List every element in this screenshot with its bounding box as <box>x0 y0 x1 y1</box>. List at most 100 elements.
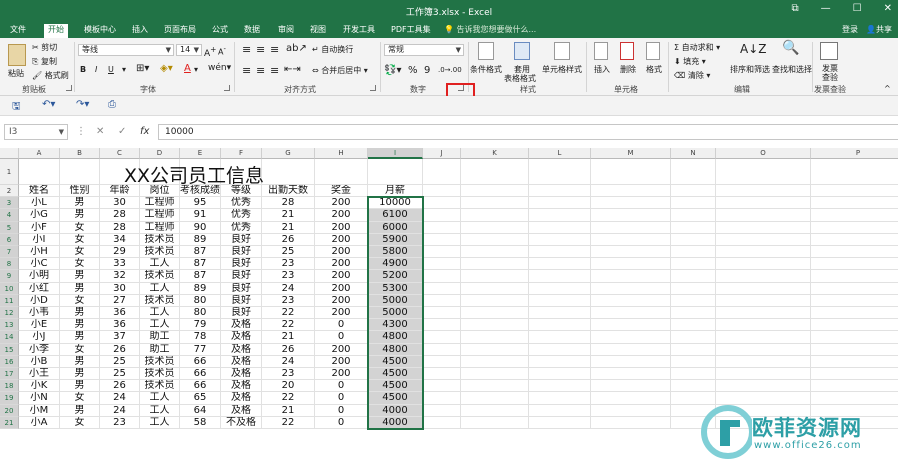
cell-empty[interactable] <box>591 416 671 429</box>
row-header-21[interactable]: 21 <box>0 416 19 429</box>
cut-button[interactable]: ✂ 剪切 <box>32 42 57 53</box>
table-cell[interactable]: 58 <box>180 416 221 429</box>
table-cell[interactable]: 小M <box>19 404 60 417</box>
salary-cell[interactable]: 4500 <box>368 380 423 393</box>
tab-view[interactable]: 视图 <box>306 24 330 38</box>
cell-empty[interactable] <box>461 368 529 381</box>
cell-empty[interactable] <box>591 270 671 283</box>
cell-empty[interactable] <box>811 185 898 198</box>
salary-cell[interactable]: 4800 <box>368 343 423 356</box>
table-cell[interactable]: 34 <box>100 233 140 246</box>
format-painter-button[interactable]: 🖌 格式刷 <box>32 70 69 81</box>
cell-empty[interactable] <box>529 233 591 246</box>
tab-developer[interactable]: 开发工具 <box>339 24 379 38</box>
table-cell[interactable]: 小C <box>19 258 60 271</box>
column-header-i[interactable]: I <box>368 148 423 159</box>
minimize-icon[interactable]: — <box>821 3 831 14</box>
tab-formulas[interactable]: 公式 <box>208 24 232 38</box>
table-cell[interactable]: 技术员 <box>140 380 180 393</box>
table-cell[interactable]: 男 <box>60 319 100 332</box>
table-cell[interactable]: 29 <box>100 246 140 259</box>
table-cell[interactable]: 36 <box>100 319 140 332</box>
select-all-corner[interactable] <box>0 148 19 159</box>
tab-template[interactable]: 模板中心 <box>80 24 120 38</box>
table-cell[interactable]: 28 <box>262 197 315 210</box>
cell-empty[interactable] <box>591 380 671 393</box>
align-right-icon[interactable]: ≡ <box>270 64 279 77</box>
cell-empty[interactable] <box>716 197 811 210</box>
cell-empty[interactable] <box>811 258 898 271</box>
table-cell[interactable]: 22 <box>262 392 315 405</box>
header-cell[interactable]: 姓名 <box>19 185 60 198</box>
column-header-n[interactable]: N <box>671 148 716 159</box>
salary-cell[interactable]: 6100 <box>368 209 423 222</box>
salary-cell[interactable]: 4300 <box>368 319 423 332</box>
table-cell[interactable]: 24 <box>100 392 140 405</box>
table-cell[interactable]: 小A <box>19 416 60 429</box>
salary-cell[interactable]: 4900 <box>368 258 423 271</box>
cell-empty[interactable] <box>423 258 461 271</box>
salary-cell[interactable]: 4000 <box>368 416 423 429</box>
tell-me-search[interactable]: 💡 告诉我您想要做什么... <box>444 24 536 35</box>
formula-input[interactable]: 10000 <box>158 124 898 140</box>
table-cell[interactable]: 0 <box>315 331 368 344</box>
cell-empty[interactable] <box>671 221 716 234</box>
cell-empty[interactable] <box>671 258 716 271</box>
table-cell[interactable]: 21 <box>262 209 315 222</box>
table-cell[interactable]: 小韦 <box>19 307 60 320</box>
table-cell[interactable]: 25 <box>100 368 140 381</box>
table-cell[interactable]: 小B <box>19 355 60 368</box>
paste-label[interactable]: 粘贴 <box>8 68 24 79</box>
cell-empty[interactable] <box>716 258 811 271</box>
insert-function-icon[interactable]: fx <box>140 126 149 137</box>
cell-empty[interactable] <box>671 392 716 405</box>
tab-file[interactable]: 文件 <box>6 24 30 38</box>
table-cell[interactable]: 200 <box>315 246 368 259</box>
font-launcher-icon[interactable] <box>224 85 230 91</box>
salary-cell[interactable]: 6000 <box>368 221 423 234</box>
row-header-15[interactable]: 15 <box>0 343 19 356</box>
cell-empty[interactable] <box>716 282 811 295</box>
table-cell[interactable]: 23 <box>262 270 315 283</box>
column-header-h[interactable]: H <box>315 148 368 159</box>
cell-empty[interactable] <box>671 368 716 381</box>
cell-empty[interactable] <box>671 282 716 295</box>
column-header-m[interactable]: M <box>591 148 671 159</box>
table-cell[interactable]: 77 <box>180 343 221 356</box>
table-cell[interactable]: 工程师 <box>140 209 180 222</box>
close-icon[interactable]: ✕ <box>884 3 892 14</box>
table-cell[interactable]: 良好 <box>221 294 262 307</box>
row-header-8[interactable]: 8 <box>0 258 19 271</box>
cell-empty[interactable] <box>811 159 898 185</box>
login-link[interactable]: 登录 <box>842 24 858 35</box>
table-cell[interactable]: 技术员 <box>140 355 180 368</box>
clipboard-launcher-icon[interactable] <box>66 85 72 91</box>
font-name-select[interactable]: 等线 ▼ <box>78 44 174 56</box>
cell-empty[interactable] <box>423 197 461 210</box>
table-cell[interactable]: 小N <box>19 392 60 405</box>
cell-empty[interactable] <box>591 355 671 368</box>
cell-empty[interactable] <box>461 233 529 246</box>
cell-empty[interactable] <box>591 307 671 320</box>
cell-empty[interactable] <box>19 159 60 185</box>
cell-empty[interactable] <box>811 392 898 405</box>
sort-filter-label[interactable]: 排序和筛选 <box>730 64 770 75</box>
cell-empty[interactable] <box>591 159 671 185</box>
table-cell[interactable]: 200 <box>315 258 368 271</box>
table-cell[interactable]: 87 <box>180 270 221 283</box>
table-cell[interactable]: 200 <box>315 221 368 234</box>
cell-empty[interactable] <box>315 159 368 185</box>
sort-filter-icon[interactable]: A↓Z <box>740 42 766 56</box>
currency-icon[interactable]: 💱▾ <box>384 65 401 76</box>
table-cell[interactable]: 0 <box>315 319 368 332</box>
header-cell[interactable]: 性别 <box>60 185 100 198</box>
row-header-3[interactable]: 3 <box>0 197 19 210</box>
cell-empty[interactable] <box>461 355 529 368</box>
table-cell[interactable]: 87 <box>180 246 221 259</box>
tab-review[interactable]: 审阅 <box>274 24 298 38</box>
header-cell[interactable]: 月薪 <box>368 185 423 198</box>
orientation-icon[interactable]: ab↗ <box>286 43 307 54</box>
table-cell[interactable]: 工人 <box>140 307 180 320</box>
table-cell[interactable]: 30 <box>100 282 140 295</box>
table-cell[interactable]: 65 <box>180 392 221 405</box>
